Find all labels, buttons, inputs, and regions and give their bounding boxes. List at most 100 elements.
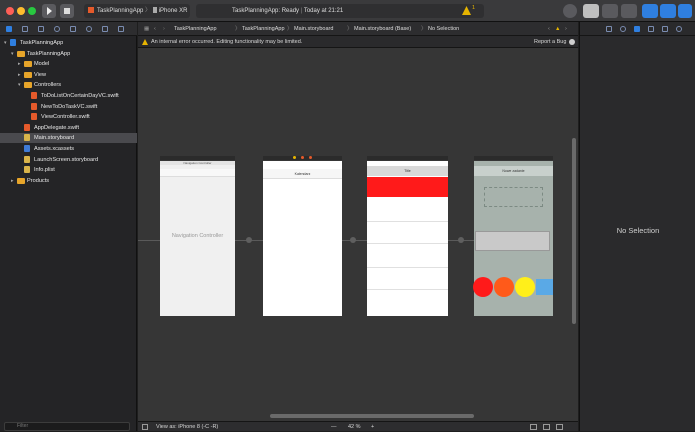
breadcrumb-item[interactable]: TaskPlanningApp — [242, 22, 285, 36]
scheme-selector[interactable]: TaskPlanningApp 〉 iPhone XR — [84, 4, 190, 18]
update-frames-icon[interactable] — [530, 424, 537, 430]
breadcrumb-item[interactable]: Main.storyboard — [294, 22, 333, 36]
scene-dock — [367, 156, 448, 160]
horizontal-scrollbar[interactable] — [270, 414, 474, 418]
minimize-window-button[interactable] — [17, 7, 25, 15]
filter-placeholder: Filter — [17, 423, 29, 429]
forward-button[interactable]: › — [163, 22, 165, 36]
tree-item[interactable]: Info.plist — [0, 165, 137, 175]
symbol-icon[interactable] — [38, 26, 44, 32]
scene-todo-list[interactable]: Title — [367, 156, 448, 316]
tree-item[interactable]: ToDoListOnCertainDayVC.swift — [0, 91, 137, 101]
zoom-window-button[interactable] — [28, 7, 36, 15]
disclosure-icon[interactable]: ▾ — [4, 38, 7, 48]
vertical-scrollbar[interactable] — [572, 138, 576, 324]
find-icon[interactable] — [54, 26, 60, 32]
scene-title: Navigation Controller — [160, 161, 235, 165]
color-orange-button — [494, 277, 514, 297]
scene-new-task[interactable]: Nowe zadanie — [473, 156, 553, 316]
disclosure-icon[interactable]: ▾ — [18, 80, 21, 90]
tree-item[interactable]: AppDelegate.swift — [0, 123, 137, 133]
breadcrumb-item[interactable]: TaskPlanningApp — [174, 22, 217, 36]
color-blue-button — [536, 279, 553, 295]
disclosure-icon[interactable]: ▾ — [11, 49, 14, 59]
tree-item[interactable]: ▾ TaskPlanningApp — [0, 49, 137, 59]
editor-standard-button[interactable] — [583, 4, 599, 18]
tree-item[interactable]: LaunchScreen.storyboard — [0, 155, 137, 165]
segue-node[interactable] — [246, 237, 252, 243]
breadcrumb-item[interactable]: Main.storyboard (Base) — [354, 22, 411, 36]
storyboard-canvas[interactable]: Navigation Controller Navigation Control… — [138, 48, 578, 421]
quick-help-icon[interactable] — [620, 26, 626, 32]
chevron-right-icon: 〉 — [287, 26, 293, 32]
editor-assistant-button[interactable] — [602, 4, 618, 18]
filter-field[interactable]: Filter — [4, 422, 130, 431]
scene-view: Navigation Controller Navigation Control… — [160, 161, 235, 316]
cell-separator — [367, 289, 448, 290]
tree-item-label: View — [34, 71, 47, 78]
scene-dock — [160, 156, 235, 160]
scheme-target: TaskPlanningApp — [97, 8, 144, 14]
connections-inspector-icon[interactable] — [676, 26, 682, 32]
folder-icon[interactable] — [6, 26, 12, 32]
related-items-icon[interactable]: ▦ — [144, 22, 149, 36]
tree-item-label: NewToDoTaskVC.swift — [41, 103, 98, 110]
scene-navigation-controller[interactable]: Navigation Controller Navigation Control… — [160, 156, 235, 316]
tree-item[interactable]: ▾ Controllers — [0, 80, 137, 90]
toggle-navigator-button[interactable] — [642, 4, 658, 18]
embed-in-icon[interactable] — [543, 424, 550, 430]
source-control-icon[interactable] — [22, 26, 28, 32]
scene-calendar[interactable]: Kalendarz — [263, 156, 342, 316]
back-button[interactable]: ‹ — [154, 22, 156, 36]
identity-inspector-icon[interactable] — [634, 26, 640, 32]
breakpoint-icon[interactable] — [118, 26, 124, 32]
toggle-inspector-button[interactable] — [678, 4, 692, 18]
disclosure-icon[interactable]: ▸ — [11, 176, 14, 186]
stop-button[interactable] — [60, 4, 74, 18]
tree-item[interactable]: ▸ Model — [0, 59, 137, 69]
tree-item-label: TaskPlanningApp — [27, 50, 71, 57]
tree-item-label: Info.plist — [34, 167, 55, 174]
tree-item-label: AppDelegate.swift — [34, 124, 80, 131]
tree-item[interactable]: ViewController.swift — [0, 112, 137, 122]
tree-item[interactable]: Main.storyboard — [0, 133, 137, 144]
build-status: TaskPlanningApp: Ready — [232, 8, 300, 14]
disclosure-icon[interactable]: ▸ — [18, 59, 21, 69]
task-text-field — [475, 231, 550, 251]
jump-bar: ▦ ‹ › TaskPlanningApp 〉 TaskPlanningApp 〉 Ma… — [138, 22, 578, 36]
report-bug-link[interactable]: Report a Bug — [534, 36, 566, 48]
jump-warning-icon[interactable]: ▲ — [555, 22, 560, 36]
tree-item[interactable]: ▸ Products — [0, 176, 137, 186]
scene-dock — [263, 156, 342, 160]
align-icon[interactable] — [556, 424, 563, 430]
next-issue-button[interactable]: › — [565, 22, 567, 36]
issue-icon[interactable] — [70, 26, 76, 32]
breadcrumb-item[interactable]: No Selection — [428, 22, 459, 36]
file-inspector-icon[interactable] — [606, 26, 612, 32]
close-window-button[interactable] — [6, 7, 14, 15]
chevron-right-icon: 〉 — [347, 26, 353, 32]
disclosure-icon[interactable]: ▸ — [18, 70, 21, 80]
tree-item[interactable]: ▸ View — [0, 70, 137, 80]
tree-item[interactable]: NewToDoTaskVC.swift — [0, 102, 137, 112]
size-inspector-icon[interactable] — [662, 26, 668, 32]
app-icon — [88, 7, 94, 14]
segue-node[interactable] — [350, 237, 356, 243]
report-bug-icon[interactable] — [569, 39, 575, 45]
library-button[interactable] — [563, 4, 577, 18]
attributes-inspector-icon[interactable] — [648, 26, 654, 32]
debug-icon[interactable] — [102, 26, 108, 32]
test-icon[interactable] — [86, 26, 92, 32]
outline-toggle-icon[interactable] — [142, 424, 148, 430]
segue-node[interactable] — [458, 237, 464, 243]
inspector-panel: No Selection — [579, 22, 695, 431]
prev-issue-button[interactable]: ‹ — [548, 22, 550, 36]
run-button[interactable] — [42, 4, 56, 18]
tree-item[interactable]: Assets.xcassets — [0, 144, 137, 154]
tree-item[interactable]: ▾ TaskPlanningApp — [0, 38, 137, 48]
banner-message: An internal error occurred. Editing func… — [151, 39, 303, 45]
editor-version-button[interactable] — [621, 4, 637, 18]
device-name: iPhone XR — [158, 8, 188, 14]
toggle-debug-button[interactable] — [660, 4, 676, 18]
tree-item-label: Assets.xcassets — [34, 146, 75, 152]
